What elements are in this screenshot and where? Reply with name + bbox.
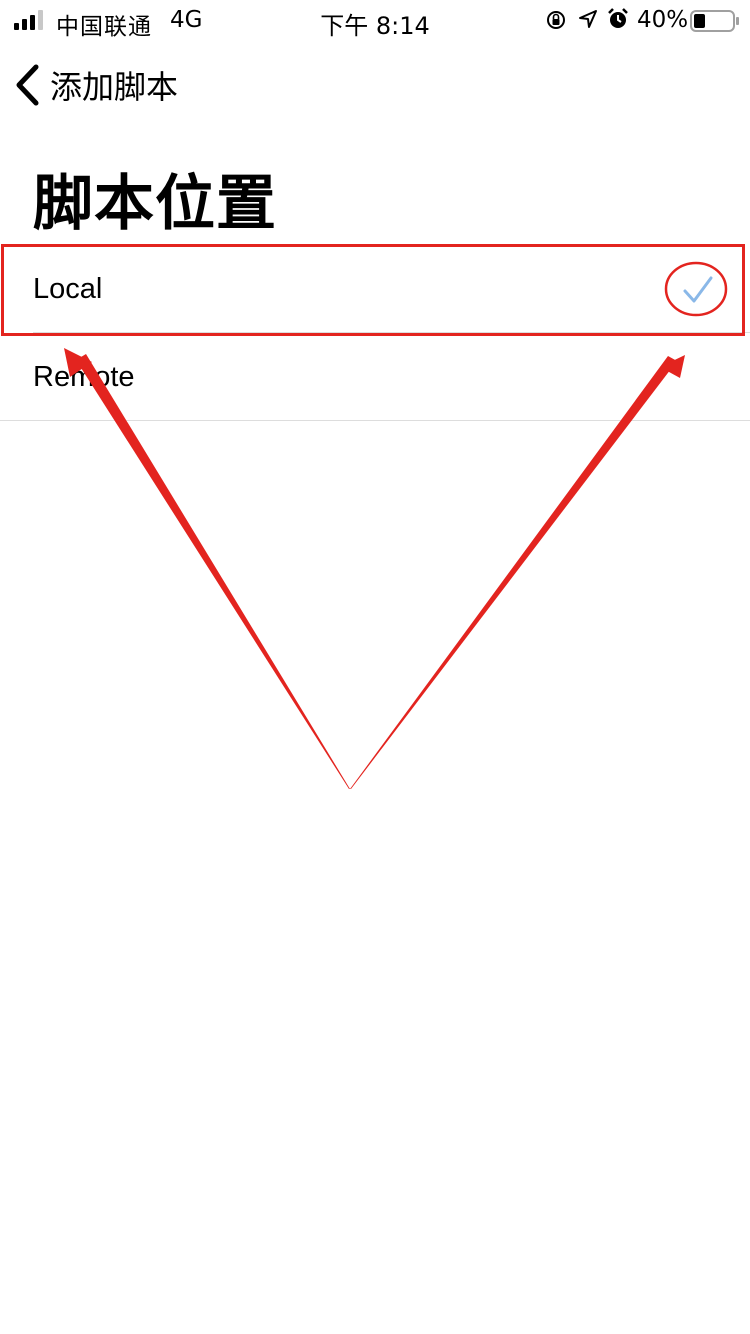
- option-list: Local Remote: [0, 245, 750, 421]
- battery-icon: [690, 10, 739, 32]
- option-local[interactable]: Local: [0, 245, 750, 333]
- orientation-lock-icon: [547, 11, 565, 29]
- row-separator: [0, 420, 750, 421]
- checkmark-icon: [683, 276, 713, 303]
- status-bar: 中国联通 4G 下午 8:14 40%: [0, 0, 750, 40]
- chevron-left-icon: [16, 64, 39, 106]
- option-remote[interactable]: Remote: [0, 333, 750, 421]
- navigation-bar: 添加脚本: [0, 50, 750, 120]
- back-button[interactable]: 添加脚本: [12, 50, 178, 120]
- option-label: Remote: [33, 360, 135, 393]
- back-label: 添加脚本: [50, 68, 179, 106]
- alarm-icon: [608, 8, 628, 28]
- page-title: 脚本位置: [33, 169, 277, 239]
- location-icon: [579, 10, 597, 28]
- battery-percentage: 40%: [637, 7, 689, 33]
- option-label: Local: [33, 272, 103, 305]
